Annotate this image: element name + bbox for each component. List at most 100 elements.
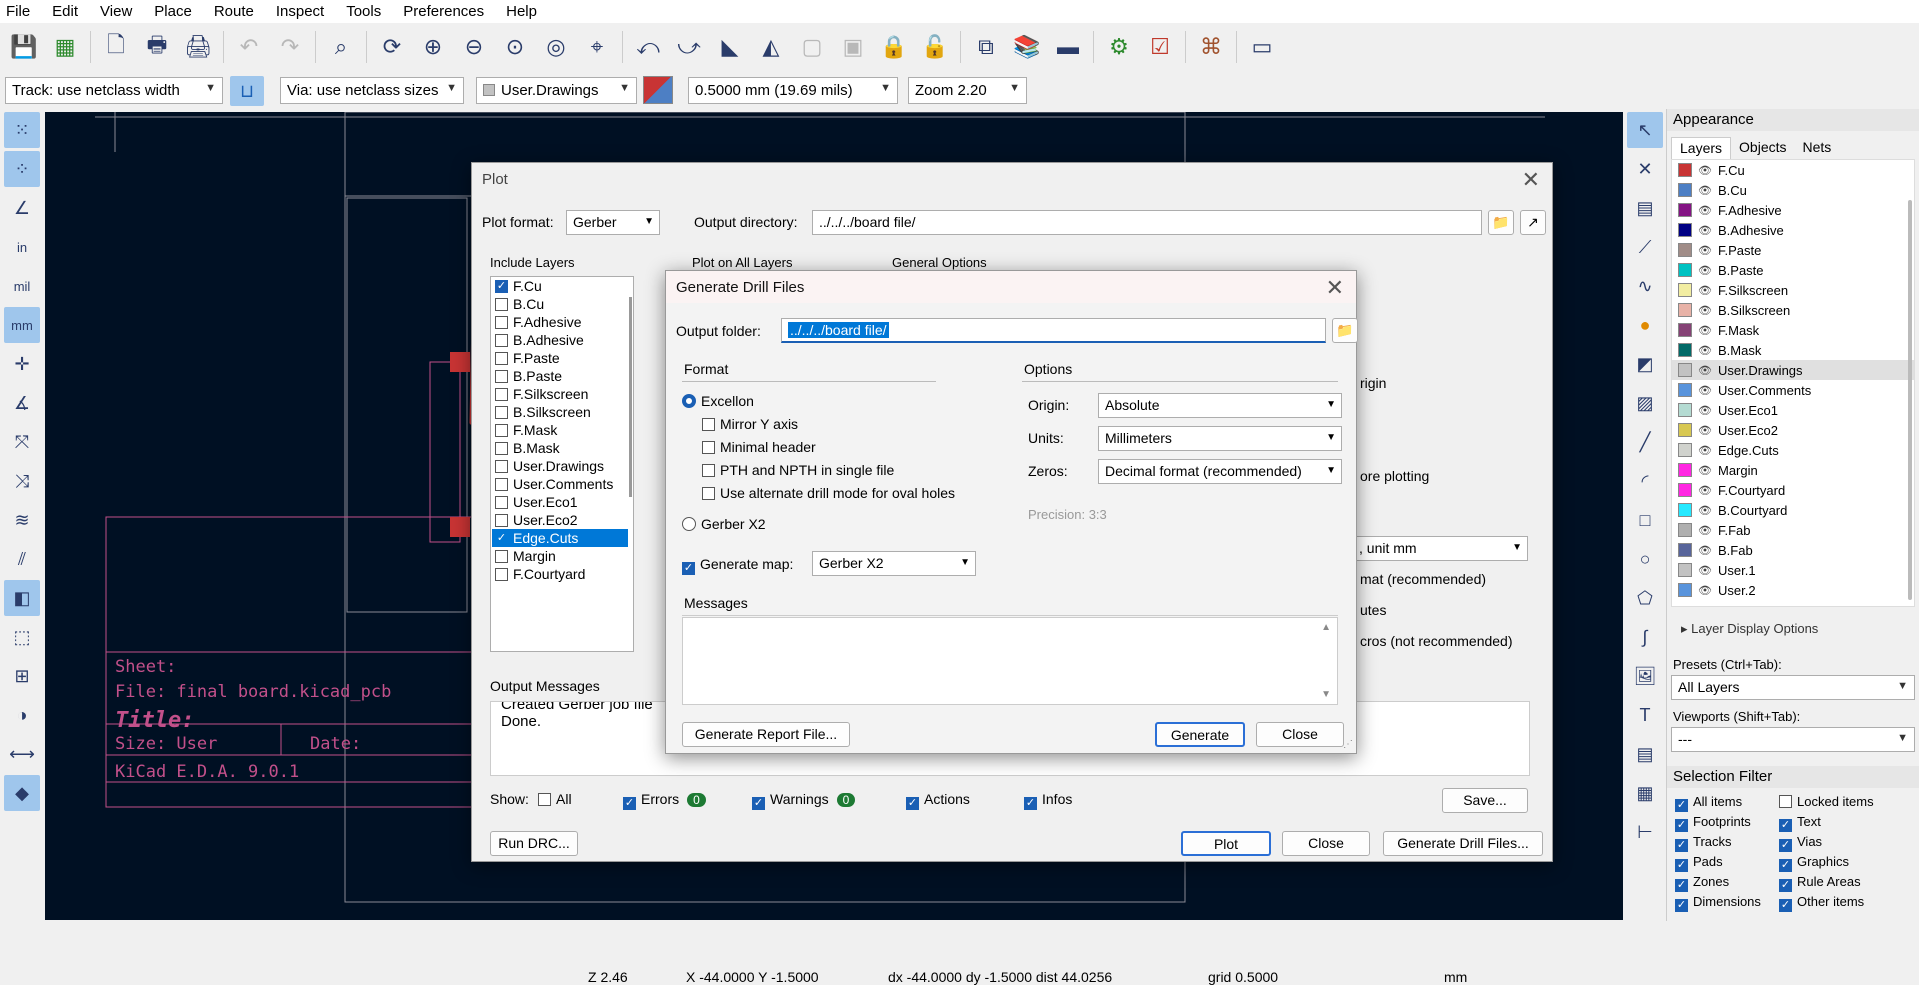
- layer-color-swatch[interactable]: [1678, 583, 1692, 597]
- ungroup-icon[interactable]: ▣: [837, 31, 869, 63]
- output-folder-input[interactable]: ../../../board file/: [781, 318, 1326, 343]
- checkbox[interactable]: [495, 423, 508, 437]
- visibility-eye-icon[interactable]: 👁: [1698, 564, 1712, 577]
- mirror-icon[interactable]: ◭: [755, 31, 787, 63]
- menu-help[interactable]: Help: [506, 3, 537, 20]
- layer-color-swatch[interactable]: [1678, 403, 1692, 417]
- draw-line-icon[interactable]: ╱: [1627, 424, 1663, 460]
- menu-preferences[interactable]: Preferences: [403, 3, 484, 20]
- checkbox[interactable]: [495, 351, 508, 365]
- checkbox[interactable]: [495, 369, 508, 383]
- unlock-icon[interactable]: 🔓: [919, 31, 951, 63]
- gerber-x2-radio[interactable]: Gerber X2: [682, 516, 766, 532]
- plot-layer-row[interactable]: B.Mask: [492, 439, 628, 457]
- grid-dots-icon[interactable]: ⁙: [4, 112, 40, 148]
- layer-color-swatch[interactable]: [1678, 363, 1692, 377]
- plot-layer-scrollbar[interactable]: [629, 297, 632, 497]
- layer-color-swatch[interactable]: [1678, 243, 1692, 257]
- visibility-eye-icon[interactable]: 👁: [1698, 304, 1712, 317]
- folder-icon[interactable]: 📁: [1332, 318, 1358, 343]
- page-settings-icon[interactable]: 🗋: [100, 31, 132, 63]
- resize-grip-icon[interactable]: ⋰: [1343, 739, 1353, 750]
- selection-filter-item[interactable]: ✓ Vias: [1779, 834, 1899, 852]
- visibility-eye-icon[interactable]: 👁: [1698, 204, 1712, 217]
- menu-place[interactable]: Place: [154, 3, 192, 20]
- visibility-eye-icon[interactable]: 👁: [1698, 504, 1712, 517]
- layer-row[interactable]: 👁 B.Silkscreen: [1672, 300, 1914, 320]
- layer-row[interactable]: 👁 B.Paste: [1672, 260, 1914, 280]
- generate-button[interactable]: Generate: [1155, 722, 1245, 747]
- checkbox[interactable]: [495, 333, 508, 347]
- plot-layer-row[interactable]: User.Comments: [492, 475, 628, 493]
- layer-color-swatch[interactable]: [1678, 483, 1692, 497]
- visibility-eye-icon[interactable]: 👁: [1698, 284, 1712, 297]
- menu-tools[interactable]: Tools: [346, 3, 381, 20]
- flip-board-icon[interactable]: ⟷: [4, 736, 40, 772]
- layer-row[interactable]: 👁 B.Adhesive: [1672, 220, 1914, 240]
- layer-color-swatch[interactable]: [1678, 563, 1692, 577]
- add-image-icon[interactable]: 🖼: [1627, 658, 1663, 694]
- menu-edit[interactable]: Edit: [52, 3, 78, 20]
- checkbox[interactable]: [495, 477, 508, 491]
- units-inch-button[interactable]: in: [4, 229, 40, 265]
- grid-select[interactable]: 0.5000 mm (19.69 mils) ▼: [688, 77, 898, 104]
- checkbox-checked[interactable]: ✓: [495, 279, 508, 293]
- lock-icon[interactable]: 🔒: [878, 31, 910, 63]
- plot-layer-row[interactable]: B.Cu: [492, 295, 628, 313]
- actions-checkbox[interactable]: ✓ Actions: [906, 791, 970, 810]
- visibility-eye-icon[interactable]: 👁: [1698, 424, 1712, 437]
- draw-bezier-icon[interactable]: ∫: [1627, 619, 1663, 655]
- draw-rectangle-icon[interactable]: □: [1627, 502, 1663, 538]
- layer-row[interactable]: 👁 Margin: [1672, 460, 1914, 480]
- layer-color-swatch[interactable]: [1678, 443, 1692, 457]
- mirror-y-checkbox[interactable]: Mirror Y axis: [702, 416, 798, 432]
- layer-color-swatch[interactable]: [1678, 423, 1692, 437]
- visibility-eye-icon[interactable]: 👁: [1698, 404, 1712, 417]
- zoom-in-icon[interactable]: ⊕: [417, 31, 449, 63]
- save-button[interactable]: Save...: [1442, 788, 1528, 813]
- save-icon[interactable]: 💾: [8, 31, 40, 63]
- close-icon[interactable]: ✕: [1326, 275, 1344, 301]
- tab-nets[interactable]: Nets: [1795, 137, 1840, 159]
- route-track-icon[interactable]: ⟋: [1627, 229, 1663, 265]
- layer-color-swatch[interactable]: [1678, 523, 1692, 537]
- layer-row[interactable]: 👁 B.Fab: [1672, 540, 1914, 560]
- close-button[interactable]: Close: [1282, 831, 1370, 856]
- alt-drill-checkbox[interactable]: Use alternate drill mode for oval holes: [702, 485, 955, 501]
- layer-row[interactable]: 👁 F.Adhesive: [1672, 200, 1914, 220]
- errors-checkbox[interactable]: ✓ Errors 0: [623, 791, 706, 810]
- layer-color-swatch[interactable]: [1678, 183, 1692, 197]
- scroll-up-icon[interactable]: ▲: [1321, 622, 1331, 633]
- router-icon[interactable]: ⌘: [1195, 31, 1227, 63]
- layer-color-swatch[interactable]: [1678, 223, 1692, 237]
- layer-row[interactable]: 👁 F.Mask: [1672, 320, 1914, 340]
- open-external-icon[interactable]: ↗: [1520, 210, 1546, 235]
- checkbox-checked[interactable]: ✓: [495, 531, 508, 545]
- visibility-eye-icon[interactable]: 👁: [1698, 444, 1712, 457]
- layer-row[interactable]: 👁 F.Courtyard: [1672, 480, 1914, 500]
- draw-polygon-icon[interactable]: ⬠: [1627, 580, 1663, 616]
- warnings-checkbox[interactable]: ✓ Warnings 0: [752, 791, 856, 810]
- layer-row[interactable]: 👁 F.Cu: [1672, 160, 1914, 180]
- visibility-eye-icon[interactable]: 👁: [1698, 264, 1712, 277]
- visibility-eye-icon[interactable]: 👁: [1698, 524, 1712, 537]
- layer-color-swatch[interactable]: [1678, 263, 1692, 277]
- drc-icon[interactable]: ☑: [1144, 31, 1176, 63]
- checkbox[interactable]: [495, 549, 508, 563]
- scroll-down-icon[interactable]: ▼: [1321, 689, 1331, 700]
- plot-layer-row[interactable]: User.Drawings: [492, 457, 628, 475]
- layer-color-swatch[interactable]: [1678, 203, 1692, 217]
- minimal-header-checkbox[interactable]: Minimal header: [702, 439, 816, 455]
- checkbox[interactable]: [495, 315, 508, 329]
- layer-color-swatch[interactable]: [1678, 323, 1692, 337]
- checkbox[interactable]: [495, 495, 508, 509]
- draw-arc-icon[interactable]: ◜: [1627, 463, 1663, 499]
- polar-coords-icon[interactable]: ∠: [4, 190, 40, 226]
- layer-display-options[interactable]: ▸ Layer Display Options: [1681, 621, 1818, 637]
- generate-drill-files-button[interactable]: Generate Drill Files...: [1383, 831, 1543, 856]
- run-drc-button[interactable]: Run DRC...: [490, 831, 578, 856]
- tab-layers[interactable]: Layers: [1671, 137, 1732, 159]
- drill-messages-box[interactable]: ▲ ▼: [682, 617, 1338, 705]
- layer-row[interactable]: 👁 B.Cu: [1672, 180, 1914, 200]
- zoom-selection-icon[interactable]: ⌖: [581, 31, 613, 63]
